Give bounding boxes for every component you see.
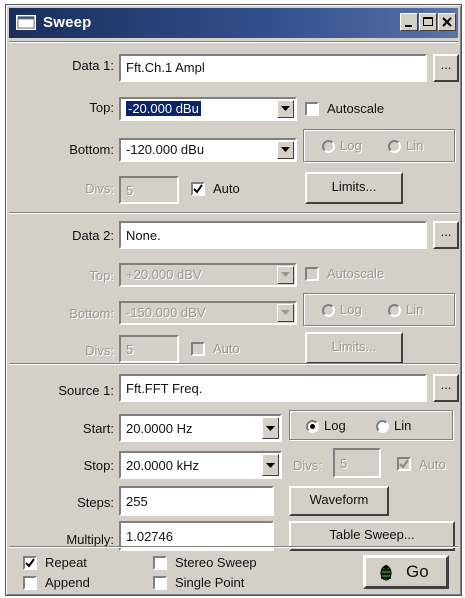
source1-steps-field[interactable]: 255 — [119, 486, 274, 516]
source1-scale-group: Log Lin — [289, 410, 453, 440]
data1-lin-label: Lin — [406, 138, 424, 153]
go-icon — [378, 564, 394, 585]
data1-browse-button[interactable]: ... — [433, 54, 459, 82]
source1-divs-label: Divs: — [293, 458, 322, 473]
source1-start-value: 20.0000 Hz — [126, 421, 193, 436]
data2-scale-group: Log Lin — [303, 293, 455, 326]
source1-auto-label: Auto — [419, 457, 446, 472]
checkmark-icon — [25, 558, 35, 568]
source1-lin-label: Lin — [394, 418, 412, 433]
window-title: Sweep — [43, 14, 92, 31]
go-label: Go — [406, 562, 429, 581]
source1-auto-checkbox — [397, 457, 411, 471]
dropdown-arrow-icon — [277, 266, 294, 284]
data2-bottom-label: Bottom: — [69, 306, 114, 321]
dropdown-arrow-icon[interactable] — [262, 454, 279, 476]
source1-label: Source 1: — [58, 383, 114, 398]
data1-bottom-label: Bottom: — [69, 142, 114, 157]
checkmark-icon — [399, 459, 409, 469]
repeat-label: Repeat — [45, 555, 87, 570]
sweep-window: Sweep Data 1: Fft.Ch.1 Ampl ... Top: -20… — [5, 4, 462, 596]
source1-field[interactable]: Fft.FFT Freq. — [119, 374, 427, 402]
maximize-icon — [423, 17, 433, 26]
waveform-button[interactable]: Waveform — [289, 486, 389, 516]
source1-log-label: Log — [324, 418, 346, 433]
go-button[interactable]: Go — [363, 555, 449, 589]
data2-autoscale-checkbox — [305, 267, 319, 281]
data1-top-value: -20.000 dBu — [126, 101, 201, 116]
data1-log-radio — [322, 140, 335, 153]
data1-label: Data 1: — [72, 58, 114, 73]
minimize-icon — [405, 25, 412, 27]
data1-top-select[interactable]: -20.000 dBu — [119, 97, 297, 121]
data1-scale-group: Log Lin — [303, 129, 455, 162]
maximize-button[interactable] — [419, 13, 437, 31]
dropdown-arrow-icon — [277, 304, 294, 322]
source1-steps-label: Steps: — [77, 495, 114, 510]
data1-autoscale-checkbox[interactable] — [305, 102, 319, 116]
data2-lin-radio — [388, 304, 401, 317]
data1-divs-field: 5 — [119, 176, 179, 204]
close-icon — [442, 17, 452, 27]
data1-lin-radio — [388, 140, 401, 153]
append-checkbox[interactable] — [23, 576, 37, 590]
data2-divs-field: 5 — [119, 335, 179, 363]
stereo-sweep-checkbox[interactable] — [153, 556, 167, 570]
options-section: Repeat Append Stereo Sweep Single Point … — [9, 546, 458, 593]
data1-bottom-select[interactable]: -120.000 dBu — [119, 138, 297, 162]
data2-bottom-select: -150.000 dBV — [119, 301, 297, 325]
data2-log-radio — [322, 304, 335, 317]
source1-stop-select[interactable]: 20.0000 kHz — [119, 451, 282, 479]
dropdown-arrow-icon[interactable] — [277, 141, 294, 159]
dropdown-arrow-icon[interactable] — [277, 100, 294, 118]
source1-start-select[interactable]: 20.0000 Hz — [119, 414, 282, 442]
source1-divs-field: 5 — [333, 448, 381, 478]
source1-stop-label: Stop: — [83, 458, 114, 473]
title-bar[interactable]: Sweep — [9, 8, 458, 38]
data1-divs-label: Divs: — [85, 181, 114, 196]
data2-section: Data 2: None. ... Top: +20.000 dBV Autos… — [9, 212, 459, 364]
source1-start-label: Start: — [82, 421, 114, 436]
data1-limits-button[interactable]: Limits... — [305, 172, 403, 204]
repeat-checkbox[interactable] — [23, 556, 37, 570]
data2-top-select: +20.000 dBV — [119, 263, 297, 287]
data1-section: Data 1: Fft.Ch.1 Ampl ... Top: -20.000 d… — [9, 41, 459, 212]
data1-bottom-value: -120.000 dBu — [126, 142, 205, 157]
dropdown-arrow-icon[interactable] — [262, 417, 279, 439]
source1-log-radio[interactable] — [306, 420, 319, 433]
source1-section: Source 1: Fft.FFT Freq. ... Start: 20.00… — [9, 363, 459, 551]
single-point-checkbox[interactable] — [153, 576, 167, 590]
sweep-window-icon[interactable] — [16, 15, 36, 30]
source1-browse-button[interactable]: ... — [433, 374, 459, 402]
data2-label: Data 2: — [72, 228, 114, 243]
data2-log-label: Log — [340, 302, 362, 317]
close-button[interactable] — [438, 13, 456, 31]
data2-bottom-value: -150.000 dBV — [126, 305, 206, 320]
data1-auto-label: Auto — [213, 181, 240, 196]
data2-auto-checkbox — [191, 342, 205, 356]
single-point-label: Single Point — [175, 575, 245, 590]
data2-limits-button: Limits... — [305, 332, 403, 364]
source1-stop-value: 20.0000 kHz — [126, 458, 199, 473]
stereo-sweep-label: Stereo Sweep — [175, 555, 257, 570]
data2-autoscale-label: Autoscale — [327, 266, 385, 281]
data2-lin-label: Lin — [406, 302, 424, 317]
source1-lin-radio[interactable] — [376, 420, 389, 433]
data2-auto-label: Auto — [213, 341, 240, 356]
data2-top-value: +20.000 dBV — [126, 267, 202, 282]
data2-top-label: Top: — [89, 268, 114, 283]
data2-field[interactable]: None. — [119, 221, 427, 249]
data1-autoscale-label: Autoscale — [327, 101, 385, 116]
data1-auto-checkbox[interactable] — [191, 182, 205, 196]
data1-log-label: Log — [340, 138, 362, 153]
minimize-button[interactable] — [400, 13, 418, 31]
source1-multiply-label: Multiply: — [66, 532, 114, 547]
data1-field[interactable]: Fft.Ch.1 Ampl — [119, 54, 427, 82]
data2-browse-button[interactable]: ... — [433, 221, 459, 249]
data1-top-label: Top: — [89, 100, 114, 115]
data2-divs-label: Divs: — [85, 343, 114, 358]
checkmark-icon — [193, 184, 203, 194]
append-label: Append — [45, 575, 90, 590]
